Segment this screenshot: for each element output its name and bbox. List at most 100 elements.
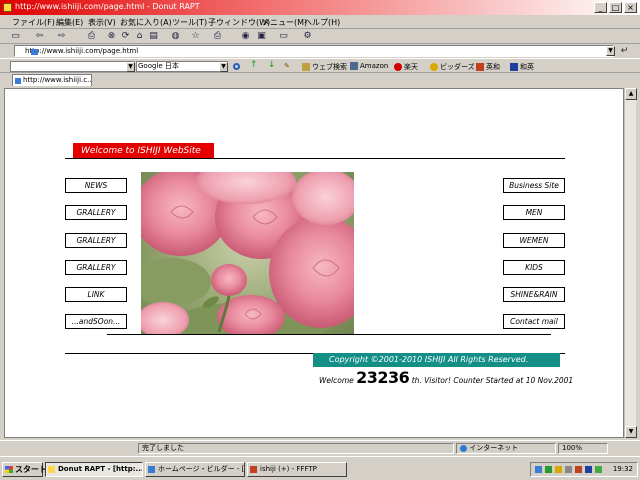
nav-kids[interactable]: KIDS (503, 260, 565, 275)
visitor-counter: Welcome 23236 th. Visitor! Counter Start… (319, 368, 573, 387)
app-tray-icon[interactable] (575, 466, 582, 473)
search-history-dropdown-icon[interactable]: ▼ (126, 62, 135, 72)
search-icon[interactable] (233, 62, 242, 70)
nav-and-so-on[interactable]: ...andSOon... (65, 314, 127, 329)
menu-menu[interactable]: メニュー(M) (262, 17, 307, 28)
system-tray: 19:32 (530, 462, 638, 477)
engine-dropdown-icon[interactable]: ▼ (219, 62, 228, 72)
start-label: スタート (15, 465, 47, 474)
window-controls: _ □ × (594, 2, 637, 13)
start-button[interactable]: スタート (2, 462, 47, 477)
web-search-link[interactable]: ウェブ検索 (302, 62, 347, 72)
windows-taskbar: スタート Donut RAPT - [http:... ホームページ・ビルダー … (0, 456, 640, 480)
menu-bar: ファイル(F) 編集(E) 表示(V) お気に入り(A) ツール(T) 子ウィン… (0, 15, 640, 29)
folder-icon[interactable]: ▭ (278, 31, 289, 42)
waei-dictionary-link[interactable]: 和英 (510, 62, 534, 72)
menu-view[interactable]: 表示(V) (88, 17, 116, 28)
settings-icon[interactable]: ⚙ (302, 31, 313, 42)
menu-favorites[interactable]: お気に入り(A) (120, 17, 172, 28)
header-divider (65, 158, 565, 159)
nav-gallery-2[interactable]: GRALLERY (65, 233, 127, 248)
back-icon[interactable]: ⇦ (34, 31, 45, 42)
globe-icon[interactable]: ◍ (170, 31, 181, 42)
network-icon[interactable] (535, 466, 542, 473)
nav-contact-mail[interactable]: Contact mail (503, 314, 565, 329)
menu-file[interactable]: ファイル(F) (12, 17, 55, 28)
menu-help[interactable]: ヘルプ(H) (304, 17, 340, 28)
stop-icon[interactable]: ⊗ (106, 31, 117, 42)
rose-photo (141, 172, 354, 335)
counter-value: 23236 (356, 368, 410, 387)
window-title: http://www.ishiiji.com/page.html - Donut… (15, 2, 200, 11)
scroll-up-icon[interactable]: ▲ (625, 88, 637, 100)
counter-suffix: th. Visitor! Counter Started at 10 Nov.2… (411, 376, 574, 385)
tab-current[interactable]: http://www.ishiiji.c... (12, 74, 92, 86)
nav-women[interactable]: WEMEN (503, 233, 565, 248)
taskbar-item-homepage-builder[interactable]: ホームページ・ビルダー - [... (145, 462, 245, 477)
address-dropdown-icon[interactable]: ▼ (606, 46, 615, 56)
windows-flag-icon (5, 466, 13, 473)
tab-bar: http://www.ishiiji.c... (0, 73, 640, 87)
taskbar-clock: 19:32 (612, 465, 633, 473)
arrow-up-icon[interactable]: ↑ (250, 60, 258, 70)
welcome-banner: Welcome to ISHIJI WebSite (73, 143, 214, 159)
donut-icon (48, 466, 55, 473)
scroll-down-icon[interactable]: ▼ (625, 426, 637, 438)
nav-shine-and-rain[interactable]: SHINE&RAIN (503, 287, 565, 302)
volume-icon[interactable] (565, 466, 572, 473)
update-icon[interactable] (555, 466, 562, 473)
menu-child-window[interactable]: 子ウィンドウ(W) (208, 17, 270, 28)
search-engine-select[interactable]: Google 日本 (136, 61, 228, 72)
status-text: 完了しました (138, 443, 454, 454)
vertical-scrollbar[interactable]: ▲ ▼ (624, 88, 637, 438)
favorites-icon[interactable]: ☆ (190, 31, 201, 42)
highlighter-icon[interactable]: ✎ (284, 62, 290, 70)
menu-tools[interactable]: ツール(T) (172, 17, 207, 28)
main-toolbar: ▭ ⇦ ⇨ ⎙ ⊗ ⟳ ⌂ ▤ ◍ ☆ ⎙ ◉ ▣ ▭ ⚙ (0, 29, 640, 44)
search-input[interactable] (10, 61, 135, 72)
security-zone: インターネット (456, 443, 556, 454)
ffftp-icon (250, 466, 257, 473)
security-icon[interactable] (545, 466, 552, 473)
print-icon[interactable]: ⎙ (212, 31, 223, 42)
page-favicon-icon (31, 49, 38, 55)
tab-icon[interactable]: ▤ (148, 31, 159, 42)
close-button[interactable]: × (624, 2, 637, 13)
new-window-icon[interactable]: ▭ (10, 31, 21, 42)
go-icon[interactable]: ↵ (619, 46, 630, 57)
status-bar: 完了しました インターネット 100% (0, 440, 640, 454)
nav-news[interactable]: NEWS (65, 178, 127, 193)
search-engine-label: Google 日本 (138, 62, 179, 70)
nav-business-site[interactable]: Business Site (503, 178, 565, 193)
address-input[interactable]: http://www.ishiiji.com/page.html (14, 45, 614, 57)
ie-icon[interactable]: ◉ (240, 31, 251, 42)
maximize-button[interactable]: □ (609, 2, 622, 13)
homepage-builder-icon (148, 466, 155, 473)
nav-link[interactable]: LINK (65, 287, 127, 302)
nav-gallery-3[interactable]: GRALLERY (65, 260, 127, 275)
nav-men[interactable]: MEN (503, 205, 565, 220)
ime-icon[interactable] (585, 466, 592, 473)
home-icon[interactable]: ⌂ (134, 31, 145, 42)
taskbar-item-ffftp[interactable]: ishiji (+) - FFFTP (247, 462, 347, 477)
misc-tray-icon[interactable] (595, 466, 602, 473)
arrow-down-icon[interactable]: ↓ (268, 60, 276, 70)
minimize-button[interactable]: _ (594, 2, 607, 13)
menu-edit[interactable]: 編集(E) (56, 17, 83, 28)
taskbar-item-donut[interactable]: Donut RAPT - [http:... (45, 462, 143, 477)
tab-favicon-icon (15, 78, 21, 84)
window-icon[interactable]: ▣ (256, 31, 267, 42)
counter-prefix: Welcome (319, 376, 354, 385)
donut-app-icon (3, 3, 12, 12)
eiwa-dictionary-link[interactable]: 英和 (476, 62, 500, 72)
title-bar[interactable]: http://www.ishiiji.com/page.html - Donut… (0, 0, 640, 15)
nav-gallery-1[interactable]: GRALLERY (65, 205, 127, 220)
refresh-icon[interactable]: ⟳ (120, 31, 131, 42)
zoom-level[interactable]: 100% (558, 443, 608, 454)
rakuten-link[interactable]: 楽天 (394, 62, 418, 72)
page-icon[interactable]: ⎙ (86, 31, 97, 42)
forward-icon[interactable]: ⇨ (56, 31, 67, 42)
search-toolbar: ▼ Google 日本 ▼ ↑ ↓ ✎ ウェブ検索 Amazon 楽天 ビッダー… (0, 58, 640, 73)
amazon-link[interactable]: Amazon (350, 62, 388, 70)
bidders-link[interactable]: ビッダーズ (430, 62, 475, 72)
